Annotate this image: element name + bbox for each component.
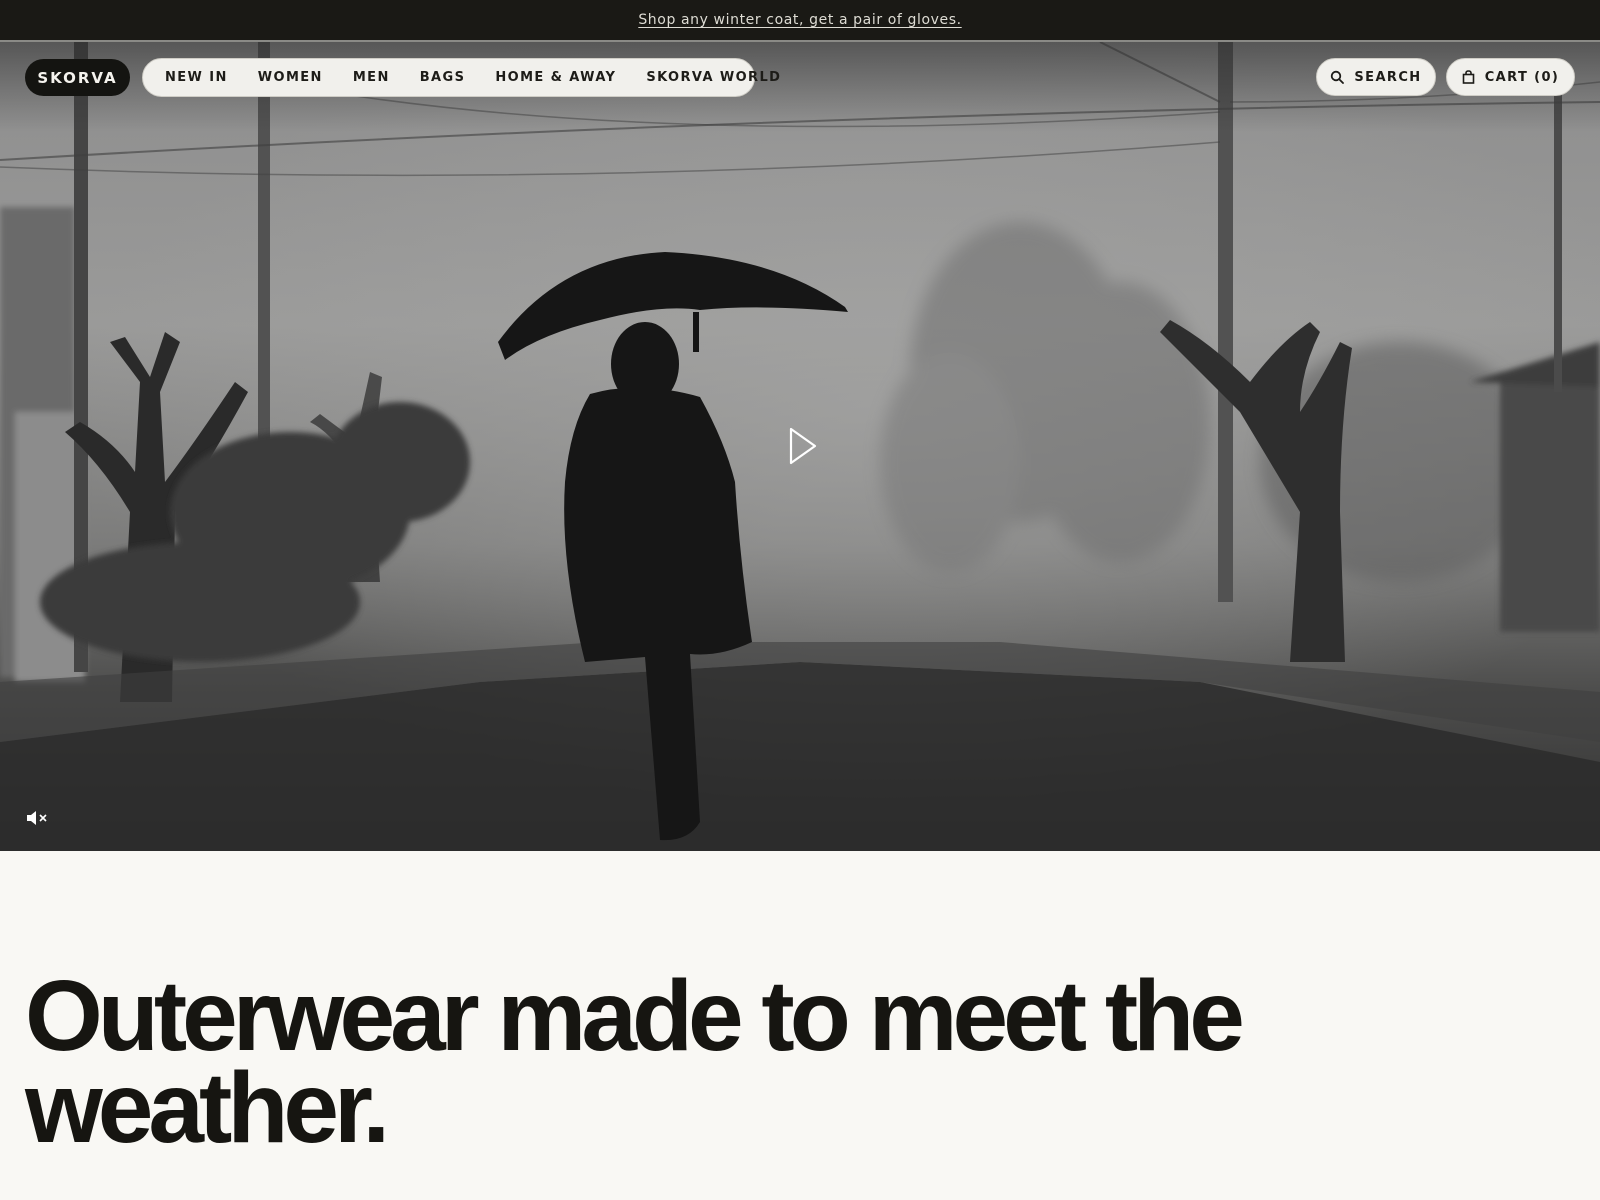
page-headline: Outerwear made to meet the weather. bbox=[25, 960, 1245, 1164]
search-label: SEARCH bbox=[1354, 69, 1422, 85]
nav-item-women[interactable]: WOMEN bbox=[258, 70, 323, 85]
cart-label: CART (0) bbox=[1484, 69, 1560, 85]
cart-button[interactable]: CART (0) bbox=[1446, 58, 1575, 96]
brand-logo-text: SKORVA bbox=[37, 68, 118, 87]
nav-item-men[interactable]: MEN bbox=[353, 70, 390, 85]
nav-item-bags[interactable]: BAGS bbox=[420, 70, 466, 85]
nav-item-skorva-world[interactable]: SKORVA WORLD bbox=[646, 70, 781, 85]
main-nav: NEW IN WOMEN MEN BAGS HOME & AWAY SKORVA… bbox=[142, 58, 780, 97]
nav-item-home-away[interactable]: HOME & AWAY bbox=[495, 70, 616, 85]
play-icon[interactable] bbox=[788, 426, 818, 466]
nav-item-new-in[interactable]: NEW IN bbox=[165, 70, 228, 85]
announcement-bar: Shop any winter coat, get a pair of glov… bbox=[0, 0, 1600, 42]
search-icon bbox=[1331, 70, 1345, 84]
muted-speaker-icon[interactable] bbox=[26, 810, 48, 826]
hero-video[interactable] bbox=[0, 42, 1600, 851]
brand-logo[interactable]: SKORVA bbox=[25, 59, 130, 96]
bag-icon bbox=[1462, 70, 1475, 84]
announcement-link[interactable]: Shop any winter coat, get a pair of glov… bbox=[638, 12, 961, 28]
search-button[interactable]: SEARCH bbox=[1316, 58, 1436, 96]
